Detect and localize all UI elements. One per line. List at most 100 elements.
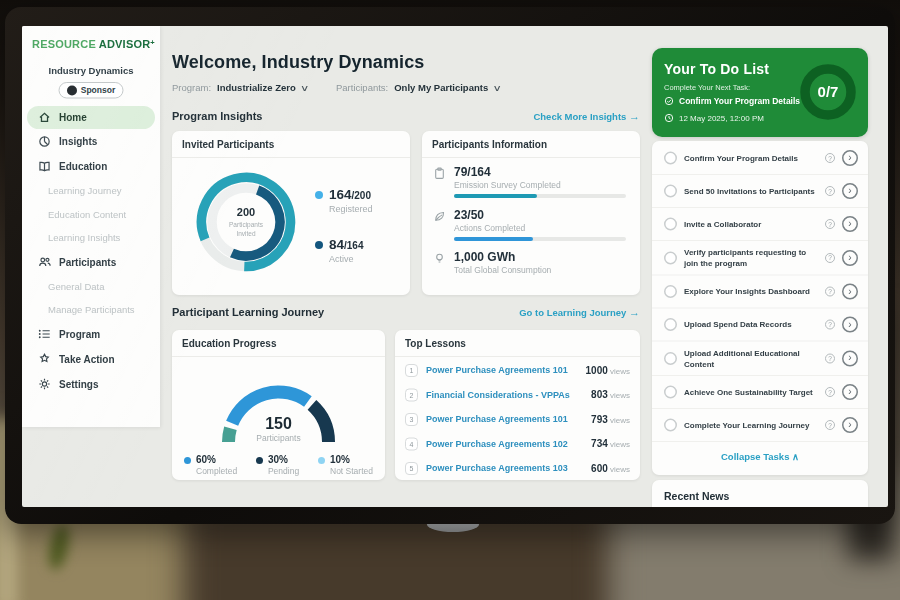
chevron-down-icon: ∨ xyxy=(300,82,309,93)
todo-hero-card: Your To Do List Complete Your Next Task:… xyxy=(652,48,868,137)
task-checkbox[interactable] xyxy=(664,185,677,198)
org-name: Industry Dynamics xyxy=(22,65,160,76)
page-title: Welcome, Industry Dynamics xyxy=(172,51,424,72)
check-more-insights-link[interactable]: Check More Insights → xyxy=(533,110,640,123)
gauge-legend-item: 60%Completed xyxy=(184,454,237,477)
participants-filter-value: Only My Participants xyxy=(394,82,488,93)
task-checkbox[interactable] xyxy=(664,218,677,231)
education-icon xyxy=(38,160,51,173)
sidebar: RESOURCE ADVISOR+ Industry Dynamics Spon… xyxy=(22,26,160,427)
task-checkbox[interactable] xyxy=(664,352,677,365)
section-title: Program Insights xyxy=(172,110,262,123)
task-label: Complete Your Learning Journey xyxy=(684,420,818,431)
chevron-right-icon[interactable]: › xyxy=(842,150,858,166)
top-lessons-card: Top Lessons 1 Power Purchase Agreements … xyxy=(395,330,640,480)
sidebar-item-general-data[interactable]: General Data xyxy=(22,275,160,299)
chevron-right-icon[interactable]: › xyxy=(842,317,858,333)
help-icon[interactable]: ? xyxy=(825,219,835,229)
brand-logo: RESOURCE ADVISOR+ xyxy=(32,38,155,51)
chevron-right-icon[interactable]: › xyxy=(842,284,858,300)
brand-secondary: ADVISOR xyxy=(99,38,151,51)
sidebar-item-label: Manage Participants xyxy=(48,304,135,315)
legend-registered: 164/200 Registered xyxy=(315,187,373,214)
sidebar-item-settings[interactable]: Settings xyxy=(22,372,160,397)
task-checkbox[interactable] xyxy=(664,419,677,432)
take-action-icon xyxy=(38,353,51,366)
lesson-link[interactable]: Power Purchase Agreements 101 xyxy=(426,414,591,425)
help-icon[interactable]: ? xyxy=(825,320,835,330)
lesson-rank: 2 xyxy=(405,388,418,401)
chevron-right-icon[interactable]: › xyxy=(842,216,858,232)
sidebar-item-take-action[interactable]: Take Action xyxy=(22,347,160,372)
lesson-link[interactable]: Power Purchase Agreements 101 xyxy=(426,365,586,376)
gauge-legend-item: 10%Not Started xyxy=(318,454,373,477)
donut-center-value: 200 xyxy=(237,206,255,219)
task-checkbox[interactable] xyxy=(664,318,677,331)
help-icon[interactable]: ? xyxy=(825,186,835,196)
clock-icon xyxy=(664,113,674,123)
lesson-link[interactable]: Financial Considerations - VPPAs xyxy=(426,390,591,401)
sidebar-item-program[interactable]: Program xyxy=(22,322,160,347)
gauge-center-value: 150 xyxy=(212,414,346,433)
program-insights-header: Program Insights Check More Insights → xyxy=(172,110,640,123)
lesson-row: 2 Financial Considerations - VPPAs 803 v… xyxy=(395,383,640,408)
sidebar-item-participants[interactable]: Participants xyxy=(22,250,160,275)
sidebar-item-label: Insights xyxy=(59,136,97,148)
invited-participants-card: Invited Participants 200 Participants In… xyxy=(172,131,410,295)
task-label: Invite a Collaborator xyxy=(684,219,818,230)
chevron-right-icon[interactable]: › xyxy=(842,350,858,366)
todo-task-row: Send 50 Invitations to Participants ? › xyxy=(652,175,868,208)
card-title: Education Progress xyxy=(182,338,276,350)
task-label: Send 50 Invitations to Participants xyxy=(684,186,818,197)
task-label: Upload Spend Data Records xyxy=(684,319,818,330)
lesson-link[interactable]: Power Purchase Agreements 103 xyxy=(426,463,591,474)
task-checkbox[interactable] xyxy=(664,251,677,264)
program-filter[interactable]: Program: Industrialize Zero ∨ xyxy=(172,82,308,93)
sidebar-item-manage-participants[interactable]: Manage Participants xyxy=(22,298,160,322)
todo-task-row: Confirm Your Program Details ? › xyxy=(652,142,868,175)
help-icon[interactable]: ? xyxy=(825,153,835,163)
sidebar-item-home[interactable]: Home xyxy=(27,106,155,129)
help-icon[interactable]: ? xyxy=(825,253,835,263)
task-checkbox[interactable] xyxy=(664,152,677,165)
sidebar-item-learning-journey[interactable]: Learning Journey xyxy=(22,179,160,203)
task-label: Achieve One Sustainability Target xyxy=(684,387,818,398)
help-icon[interactable]: ? xyxy=(825,287,835,297)
help-icon[interactable]: ? xyxy=(825,387,835,397)
todo-progress-ring: 0/7 xyxy=(797,61,859,123)
lesson-link[interactable]: Power Purchase Agreements 102 xyxy=(426,439,591,450)
help-icon[interactable]: ? xyxy=(825,420,835,430)
sidebar-item-education-content[interactable]: Education Content xyxy=(22,203,160,227)
todo-task-row: Achieve One Sustainability Target ? › xyxy=(652,376,868,409)
sidebar-item-education[interactable]: Education xyxy=(22,154,160,179)
sidebar-item-insights[interactable]: Insights xyxy=(22,129,160,154)
lesson-views: 600 views xyxy=(591,463,630,475)
help-icon[interactable]: ? xyxy=(825,353,835,363)
task-checkbox[interactable] xyxy=(664,285,677,298)
sponsor-badge-label: Sponsor xyxy=(81,85,115,95)
donut-center-label: Participants Invited xyxy=(220,221,272,238)
sidebar-item-learning-insights[interactable]: Learning Insights xyxy=(22,226,160,250)
lesson-row: 3 Power Purchase Agreements 101 793 view… xyxy=(395,407,640,432)
legend-dot xyxy=(315,241,323,249)
progress-bar xyxy=(454,237,626,241)
chevron-right-icon[interactable]: › xyxy=(842,183,858,199)
gauge-legend-item: 30%Pending xyxy=(256,454,299,477)
sponsor-badge[interactable]: Sponsor xyxy=(59,82,124,99)
info-value: 1,000 GWh xyxy=(454,250,551,264)
chevron-right-icon[interactable]: › xyxy=(842,417,858,433)
lesson-views: 793 views xyxy=(591,414,630,426)
legend-active: 84/164 Active xyxy=(315,237,363,264)
task-label: Upload Additional Educational Content xyxy=(684,348,818,370)
chevron-right-icon[interactable]: › xyxy=(842,250,858,266)
check-circle-icon xyxy=(664,96,674,106)
chevron-right-icon[interactable]: › xyxy=(842,384,858,400)
collapse-tasks-link[interactable]: Collapse Tasks ∧ xyxy=(652,442,868,463)
arrow-right-icon: → xyxy=(629,110,640,123)
participants-icon xyxy=(38,256,51,269)
participants-filter[interactable]: Participants: Only My Participants ∨ xyxy=(336,82,500,93)
go-to-learning-journey-link[interactable]: Go to Learning Journey → xyxy=(519,306,640,319)
gauge-center-label: Participants xyxy=(212,434,346,444)
legend-dot xyxy=(315,191,323,199)
task-checkbox[interactable] xyxy=(664,386,677,399)
